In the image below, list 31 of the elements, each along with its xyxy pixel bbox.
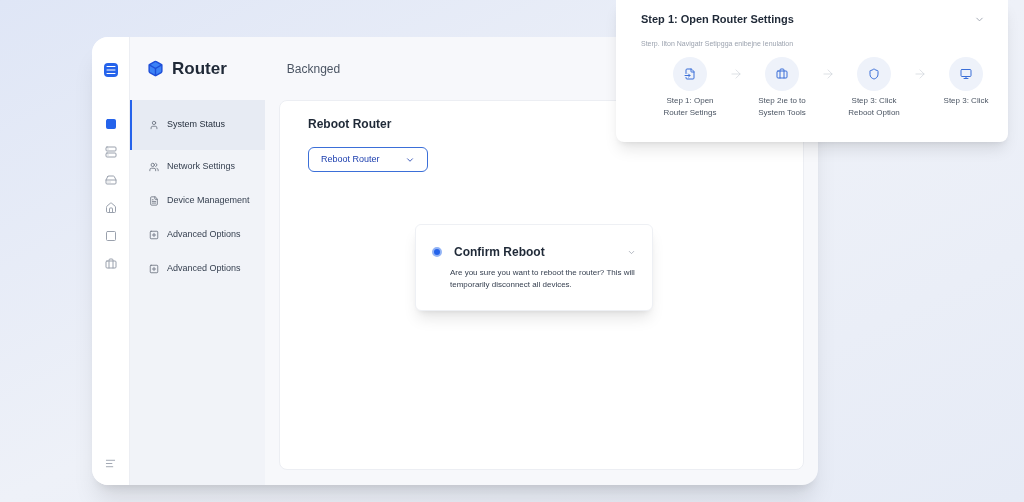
breadcrumb[interactable]: Backnged (286, 59, 341, 78)
briefcase-icon (765, 57, 799, 91)
sidebar-item[interactable]: Advanced Options (130, 218, 265, 252)
step-label: Step 1: Open Router Setings (662, 95, 718, 119)
plus-square-icon (149, 230, 159, 240)
nav-icon[interactable] (104, 202, 117, 214)
guide-title: Step 1: Open Router Settings (641, 12, 794, 27)
menu-icon[interactable] (103, 63, 118, 77)
sidebar-item[interactable]: System Status (130, 100, 265, 150)
sidebar-item[interactable]: Advanced Options (130, 252, 265, 286)
step-label: Step 2ıe to to System Tools (757, 95, 807, 119)
user-icon (149, 120, 159, 130)
dialog-message: Are you sure you want to reboot the router? This will temporarily disconnect all devices. (450, 267, 636, 291)
step-label: Step 3: Click Reboot Option (847, 95, 901, 119)
list-icon[interactable] (105, 458, 116, 469)
sidebar-item[interactable]: Network Settings (130, 150, 265, 184)
file-icon (673, 57, 707, 91)
nav-icon[interactable] (104, 230, 117, 242)
users-icon (149, 162, 159, 172)
document-icon (149, 196, 159, 206)
monitor-icon (949, 57, 983, 91)
reboot-dropdown[interactable]: Reboot Router (308, 147, 428, 172)
step-label: Step 3: Click (943, 95, 989, 107)
app-title: Router (172, 57, 227, 80)
plus-square-icon (149, 264, 159, 274)
shield-icon (857, 57, 891, 91)
section-title: Reboot Router (308, 116, 393, 133)
cube-icon (147, 60, 164, 77)
dialog-title: Confirm Reboot (454, 244, 545, 261)
nav-icon[interactable] (104, 118, 117, 130)
sidebar-item[interactable]: Device Management (130, 184, 265, 218)
